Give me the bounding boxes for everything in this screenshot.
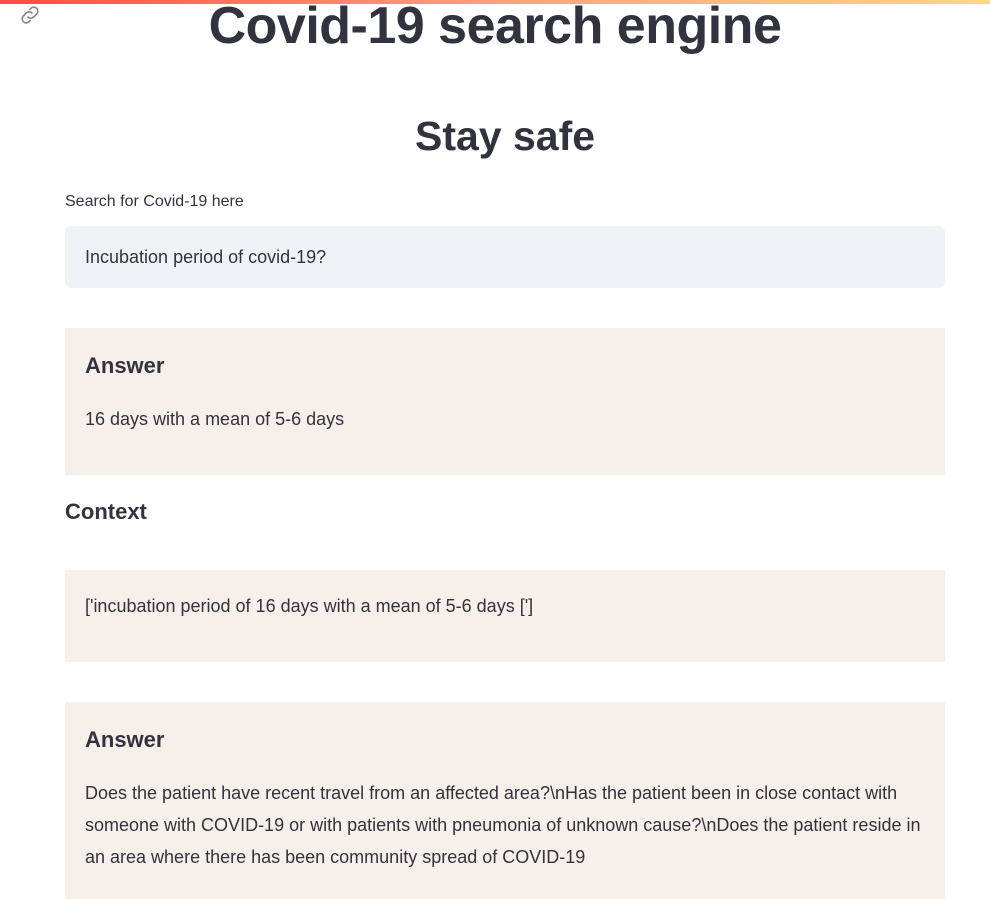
answer-text: Does the patient have recent travel from… xyxy=(85,783,921,867)
search-input[interactable] xyxy=(65,226,945,288)
answer-card: Answer 16 days with a mean of 5-6 days xyxy=(65,328,945,475)
answer-text: 16 days with a mean of 5-6 days xyxy=(85,409,345,429)
answer-card: Answer Does the patient have recent trav… xyxy=(65,702,945,899)
search-label: Search for Covid-19 here xyxy=(65,193,244,210)
answer-heading: Answer xyxy=(85,353,165,378)
answer-heading: Answer xyxy=(85,727,165,752)
context-heading: Context xyxy=(65,499,147,524)
context-card: ['incubation period of 16 days with a me… xyxy=(65,570,945,662)
page-title: Covid-19 search engine xyxy=(208,0,782,55)
page-subtitle: Stay safe xyxy=(414,113,596,159)
context-text: ['incubation period of 16 days with a me… xyxy=(85,596,534,616)
